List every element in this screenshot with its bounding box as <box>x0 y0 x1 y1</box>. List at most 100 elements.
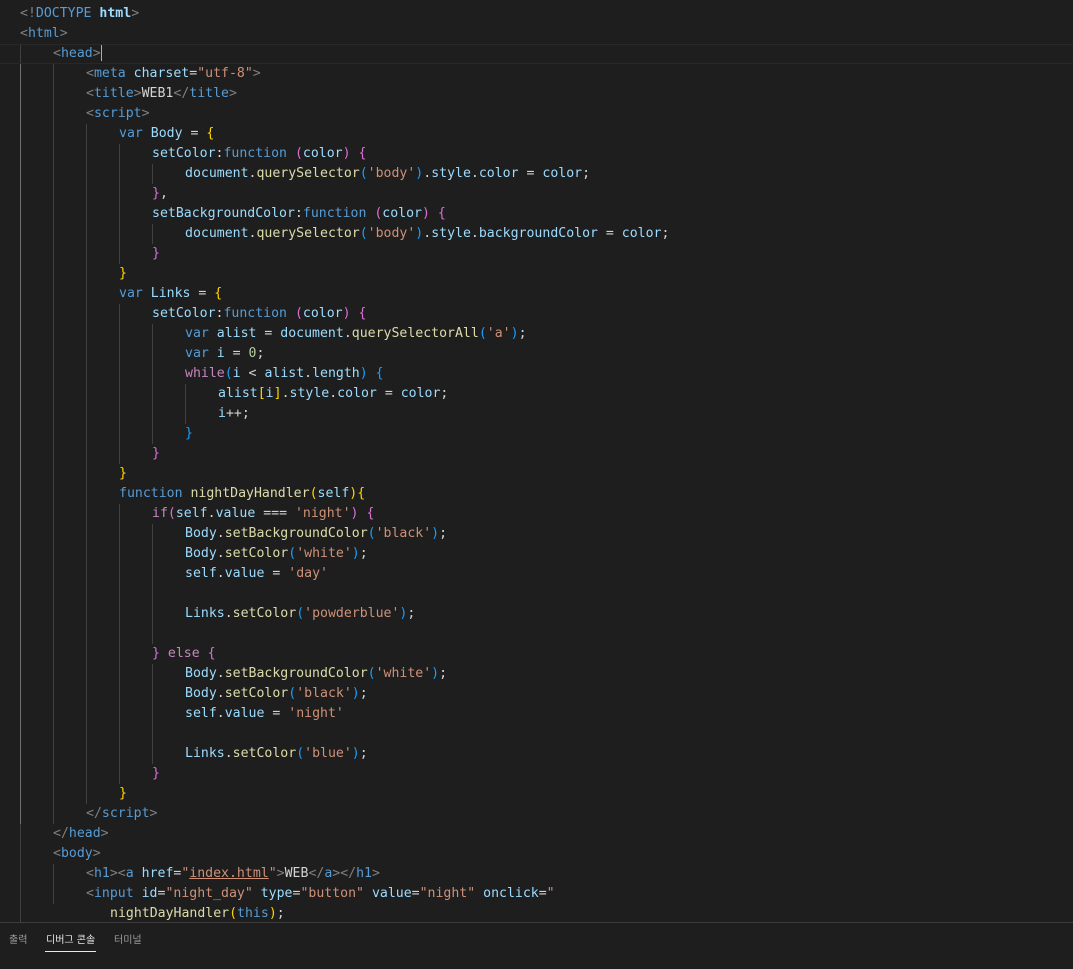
code-line[interactable]: alist[i].style.color = color; <box>0 384 1073 404</box>
code-line[interactable]: var Body = { <box>0 124 1073 144</box>
code-token: style <box>431 166 471 181</box>
code-token: length <box>312 366 360 381</box>
code-line[interactable]: <meta charset="utf-8"> <box>0 64 1073 84</box>
tab-output[interactable]: 출력 <box>8 931 28 951</box>
indent-guide <box>185 404 186 424</box>
code-line[interactable]: setColor:function (color) { <box>0 144 1073 164</box>
code-line[interactable] <box>0 624 1073 644</box>
code-token: . <box>216 526 225 541</box>
code-token: . <box>216 686 225 701</box>
code-line[interactable]: var Links = { <box>0 284 1073 304</box>
code-line[interactable]: while(i < alist.length) { <box>0 364 1073 384</box>
code-line[interactable]: document.querySelector('body').style.bac… <box>0 224 1073 244</box>
code-line[interactable] <box>0 724 1073 744</box>
code-line[interactable]: Body.setBackgroundColor('white'); <box>0 664 1073 684</box>
indent-guide <box>20 264 21 284</box>
code-line[interactable]: } <box>0 784 1073 804</box>
code-token: { <box>207 646 216 661</box>
code-line[interactable]: Links.setColor('blue'); <box>0 744 1073 764</box>
indent-guide <box>53 264 54 284</box>
code-line[interactable]: var alist = document.querySelectorAll('a… <box>0 324 1073 344</box>
code-token: ; <box>359 746 368 761</box>
code-line[interactable]: <head> <box>0 44 1073 64</box>
code-token: > <box>133 86 142 101</box>
code-line[interactable]: Body.setBackgroundColor('black'); <box>0 524 1073 544</box>
code-line[interactable]: Links.setColor('powderblue'); <box>0 604 1073 624</box>
indent-guide <box>86 484 87 504</box>
indent-guide <box>53 664 54 684</box>
code-token: ) <box>342 146 351 161</box>
code-line-content: } <box>152 244 160 264</box>
code-token: . <box>207 506 216 521</box>
indent-guide <box>20 284 21 304</box>
code-token: ; <box>276 906 285 921</box>
code-line[interactable]: self.value = 'day' <box>0 564 1073 584</box>
code-token: nightDayHandler <box>190 486 310 501</box>
code-line[interactable]: } <box>0 424 1073 444</box>
code-token: ( <box>224 366 233 381</box>
code-token: { <box>366 506 375 521</box>
code-line[interactable]: <title>WEB1</title> <box>0 84 1073 104</box>
code-line-content: var Body = { <box>119 124 214 144</box>
code-line[interactable]: nightDayHandler(this); <box>0 904 1073 922</box>
code-line[interactable]: <input id = "night_day" type = "button" valu… <box>0 884 1073 904</box>
code-line[interactable]: }, <box>0 184 1073 204</box>
code-line[interactable]: <body> <box>0 844 1073 864</box>
code-line[interactable]: i++; <box>0 404 1073 424</box>
indent-guide <box>86 544 87 564</box>
code-token: WEB <box>284 866 309 881</box>
code-line[interactable]: <html> <box>0 24 1073 44</box>
tab-terminal[interactable]: 터미널 <box>113 931 143 951</box>
code-line[interactable]: document.querySelector('body').style.col… <box>0 164 1073 184</box>
indent-guide <box>20 104 21 124</box>
code-line-content: document.querySelector('body').style.bac… <box>185 224 669 244</box>
indent-guide <box>53 324 54 344</box>
code-token: href <box>141 866 174 881</box>
code-line[interactable]: </head> <box>0 824 1073 844</box>
indent-guide <box>20 564 21 584</box>
code-line[interactable]: setColor:function (color) { <box>0 304 1073 324</box>
code-line[interactable]: function nightDayHandler(self){ <box>0 484 1073 504</box>
indent-guide <box>119 404 120 424</box>
code-line[interactable]: } <box>0 444 1073 464</box>
code-line[interactable]: <script> <box>0 104 1073 124</box>
code-line[interactable]: } <box>0 244 1073 264</box>
indent-guide <box>86 344 87 364</box>
code-line[interactable]: setBackgroundColor:function (color) { <box>0 204 1073 224</box>
code-token: </ <box>173 86 190 101</box>
code-line-content: <title>WEB1</title> <box>86 84 237 104</box>
code-line[interactable]: } <box>0 764 1073 784</box>
indent-guide <box>152 524 153 544</box>
code-token: meta <box>93 66 134 81</box>
indent-guide <box>86 704 87 724</box>
code-lines[interactable]: <!DOCTYPE html> <html> <head> <meta charset… <box>0 4 1073 922</box>
indent-guide <box>20 45 21 63</box>
code-line[interactable]: </script> <box>0 804 1073 824</box>
code-token: <! <box>20 6 36 21</box>
indent-guide <box>53 104 54 124</box>
code-token: ( <box>478 326 487 341</box>
code-editor[interactable]: <!DOCTYPE html> <html> <head> <meta charset… <box>0 0 1073 922</box>
indent-guide <box>119 624 120 644</box>
code-line[interactable]: Body.setColor('white'); <box>0 544 1073 564</box>
code-line[interactable]: <!DOCTYPE html> <box>0 4 1073 24</box>
tab-debug-console[interactable]: 디버그 콘솔 <box>45 931 97 952</box>
code-line[interactable]: var i = 0; <box>0 344 1073 364</box>
code-line[interactable]: } <box>0 264 1073 284</box>
indent-guide <box>119 664 120 684</box>
code-line[interactable]: self.value = 'night' <box>0 704 1073 724</box>
code-token: alist <box>216 326 257 341</box>
code-token: self <box>175 506 208 521</box>
indent-guide <box>86 784 87 804</box>
code-line[interactable] <box>0 584 1073 604</box>
code-line-content: setColor:function (color) { <box>152 304 366 324</box>
code-line-content: self.value = 'day' <box>185 564 328 584</box>
code-line[interactable]: } <box>0 464 1073 484</box>
code-line[interactable]: Body.setColor('black'); <box>0 684 1073 704</box>
indent-guide <box>53 484 54 504</box>
code-line[interactable]: if(self.value === 'night') { <box>0 504 1073 524</box>
indent-guide <box>20 344 21 364</box>
code-line[interactable]: <h1><a href="index.html">WEB</a></h1> <box>0 864 1073 884</box>
code-line[interactable]: } else { <box>0 644 1073 664</box>
code-token: document <box>185 166 249 181</box>
